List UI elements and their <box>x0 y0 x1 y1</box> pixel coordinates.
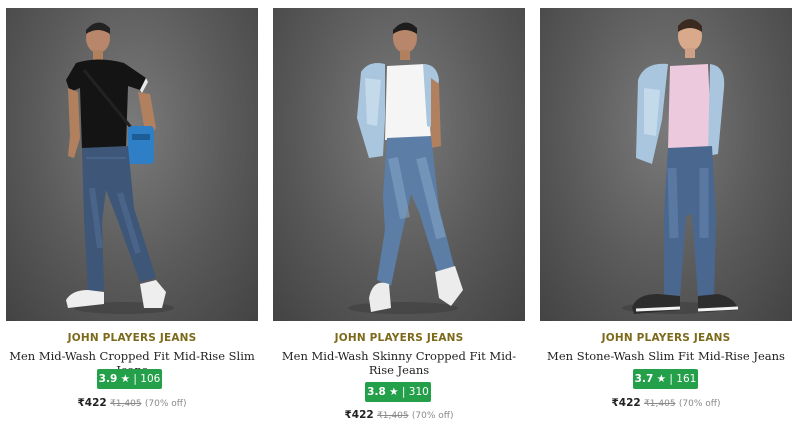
star-icon: ★ <box>120 373 131 385</box>
rating-badge[interactable]: 3.9 ★ | 106 <box>97 369 162 389</box>
product-card[interactable]: JOHN PLAYERS JEANS Men Mid-Wash Cropped … <box>6 8 258 433</box>
review-count: 161 <box>676 373 697 385</box>
sale-price: ₹422 <box>77 397 107 409</box>
star-icon: ★ <box>656 373 667 385</box>
product-photo-model <box>348 22 463 314</box>
review-count: 106 <box>140 373 161 385</box>
price-row: ₹422 ₹1,405 (70% off) <box>273 409 525 421</box>
product-photo-model <box>622 19 739 314</box>
rating-separator: | <box>133 373 137 385</box>
rating-score: 3.8 <box>367 386 386 398</box>
product-name[interactable]: Men Stone-Wash Slim Fit Mid-Rise Jeans <box>540 349 792 363</box>
discount-percent: (70% off) <box>144 399 187 409</box>
product-brand: JOHN PLAYERS JEANS <box>67 332 197 344</box>
product-photo-model <box>66 22 174 314</box>
original-price: ₹1,405 <box>644 399 676 409</box>
price-row: ₹422 ₹1,405 (70% off) <box>540 397 792 409</box>
product-brand: JOHN PLAYERS JEANS <box>334 332 464 344</box>
product-name[interactable]: Men Mid-Wash Skinny Cropped Fit Mid-Rise… <box>277 349 521 377</box>
sale-price: ₹422 <box>344 409 374 421</box>
product-grid: JOHN PLAYERS JEANS Men Mid-Wash Cropped … <box>0 0 800 438</box>
rating-separator: | <box>401 386 406 398</box>
review-count: 310 <box>408 386 429 398</box>
rating-badge[interactable]: 3.7 ★ | 161 <box>633 369 698 389</box>
product-brand: JOHN PLAYERS JEANS <box>601 332 731 344</box>
original-price: ₹1,405 <box>110 399 142 409</box>
discount-percent: (70% off) <box>411 411 454 421</box>
discount-percent: (70% off) <box>678 399 721 409</box>
product-image[interactable] <box>273 8 525 321</box>
price-row: ₹422 ₹1,405 (70% off) <box>6 397 258 409</box>
sale-price: ₹422 <box>611 397 641 409</box>
product-image[interactable] <box>540 8 792 321</box>
rating-score: 3.7 <box>634 373 654 385</box>
rating-score: 3.9 <box>98 373 118 385</box>
star-icon: ★ <box>389 386 399 398</box>
original-price: ₹1,405 <box>377 411 409 421</box>
rating-badge[interactable]: 3.8 ★ | 310 <box>365 382 431 402</box>
product-card[interactable]: JOHN PLAYERS JEANS Men Mid-Wash Skinny C… <box>273 8 525 433</box>
rating-separator: | <box>669 373 673 385</box>
product-card[interactable]: JOHN PLAYERS JEANS Men Stone-Wash Slim F… <box>540 8 792 433</box>
product-image[interactable] <box>6 8 258 321</box>
